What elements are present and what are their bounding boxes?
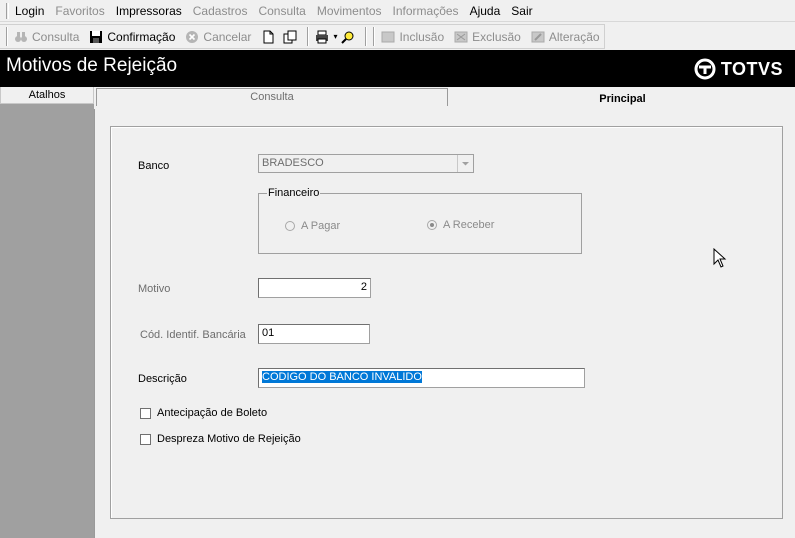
toolbar-grip <box>373 27 376 46</box>
exclusao-label: Exclusão <box>472 29 521 44</box>
menu-grip <box>6 2 9 19</box>
confirmacao-button[interactable]: Confirmação <box>89 30 175 44</box>
cod-identif-value: 01 <box>262 327 275 339</box>
menu-movimentos[interactable]: Movimentos <box>317 4 382 18</box>
cod-identif-field[interactable]: 01 <box>258 324 370 344</box>
checkbox-unchecked-icon <box>140 407 151 419</box>
brand-name: TOTVS <box>720 58 783 79</box>
cod-identif-label: Cód. Identif. Bancária <box>140 329 246 341</box>
checkbox-unchecked-icon <box>140 433 151 445</box>
confirmacao-label: Confirmação <box>107 29 176 44</box>
descricao-label: Descrição <box>138 373 187 385</box>
add-record-icon <box>381 31 395 42</box>
banco-value: BRADESCO <box>262 157 324 169</box>
binoculars-icon <box>15 31 27 42</box>
totvs-logo: TOTVS <box>694 58 783 80</box>
motivo-value: 2 <box>360 281 367 293</box>
tab-strip: Consulta Principal <box>94 87 795 109</box>
new-document-button[interactable] <box>261 30 279 44</box>
shortcuts-panel: Atalhos <box>0 87 94 538</box>
menu-ajuda[interactable]: Ajuda <box>470 4 501 18</box>
edit-record-icon <box>531 31 545 42</box>
document-icon <box>263 30 274 43</box>
chevron-down-icon[interactable] <box>457 155 473 172</box>
alteracao-button[interactable]: Alteração <box>531 30 600 44</box>
content-area: Banco BRADESCO Financeiro A Pagar A Rece… <box>94 109 795 538</box>
shortcuts-header[interactable]: Atalhos <box>0 87 94 104</box>
menu-sair[interactable]: Sair <box>511 4 532 18</box>
inclusao-button[interactable]: Inclusão <box>381 30 444 44</box>
menu-bar: Login Favoritos Impressoras Cadastros Co… <box>0 0 795 22</box>
cancelar-button[interactable]: Cancelar <box>185 30 251 44</box>
search-report-button[interactable] <box>341 30 359 44</box>
motivo-label: Motivo <box>138 283 171 295</box>
menu-impressoras[interactable]: Impressoras <box>116 4 182 18</box>
radio-checked-icon <box>427 220 437 230</box>
mouse-cursor-icon <box>713 248 727 268</box>
antecipacao-checkbox[interactable]: Antecipação de Boleto <box>140 407 267 419</box>
alteracao-label: Alteração <box>548 29 600 44</box>
descricao-field[interactable]: CODIGO DO BANCO INVALIDO <box>258 368 585 388</box>
radio-unchecked-icon <box>285 221 295 231</box>
financeiro-label: Financeiro <box>267 187 321 199</box>
toolbar-separator <box>365 27 368 46</box>
a-receber-label: A Receber <box>443 219 495 231</box>
chevron-down-icon: ▾ <box>333 32 338 41</box>
a-receber-radio[interactable]: A Receber <box>427 219 494 231</box>
financeiro-group: Financeiro A Pagar A Receber <box>258 187 582 254</box>
copy-document-button[interactable] <box>283 30 301 44</box>
cancel-icon <box>186 30 199 43</box>
motivo-field[interactable]: 2 <box>258 278 371 298</box>
print-button[interactable]: ▾ <box>315 30 337 44</box>
exclusao-button[interactable]: Exclusão <box>454 30 521 44</box>
descricao-value: CODIGO DO BANCO INVALIDO <box>262 371 422 383</box>
banco-label: Banco <box>138 160 170 172</box>
totvs-logo-icon <box>694 58 716 80</box>
delete-record-icon <box>454 31 468 42</box>
antecipacao-label: Antecipação de Boleto <box>157 407 268 419</box>
banco-select[interactable]: BRADESCO <box>258 154 474 173</box>
menu-login[interactable]: Login <box>15 4 44 18</box>
a-pagar-label: A Pagar <box>301 220 341 232</box>
a-pagar-radio[interactable]: A Pagar <box>285 220 340 232</box>
toolbar-separator <box>307 27 310 46</box>
page-title: Motivos de Rejeição <box>6 55 178 76</box>
cancelar-label: Cancelar <box>203 29 252 44</box>
consulta-label: Consulta <box>32 29 80 44</box>
menu-informacoes[interactable]: Informações <box>393 4 459 18</box>
tab-consulta[interactable]: Consulta <box>96 88 448 106</box>
save-icon <box>90 30 103 43</box>
despreza-label: Despreza Motivo de Rejeição <box>157 433 301 445</box>
consulta-button[interactable]: Consulta <box>14 30 79 44</box>
magnifier-icon <box>341 31 354 44</box>
toolbar: Consulta Confirmação Cancelar ▾ Inclusão… <box>0 24 605 49</box>
tab-principal[interactable]: Principal <box>450 87 795 109</box>
copy-icon <box>283 30 297 43</box>
despreza-checkbox[interactable]: Despreza Motivo de Rejeição <box>140 433 301 445</box>
menu-cadastros[interactable]: Cadastros <box>193 4 248 18</box>
window-title-bar: Motivos de Rejeição TOTVS <box>0 50 795 87</box>
toolbar-grip <box>6 27 8 46</box>
menu-favoritos[interactable]: Favoritos <box>55 4 104 18</box>
form-panel: Banco BRADESCO Financeiro A Pagar A Rece… <box>110 126 783 519</box>
inclusao-label: Inclusão <box>399 29 445 44</box>
menu-consulta[interactable]: Consulta <box>258 4 305 18</box>
printer-icon <box>316 30 329 43</box>
